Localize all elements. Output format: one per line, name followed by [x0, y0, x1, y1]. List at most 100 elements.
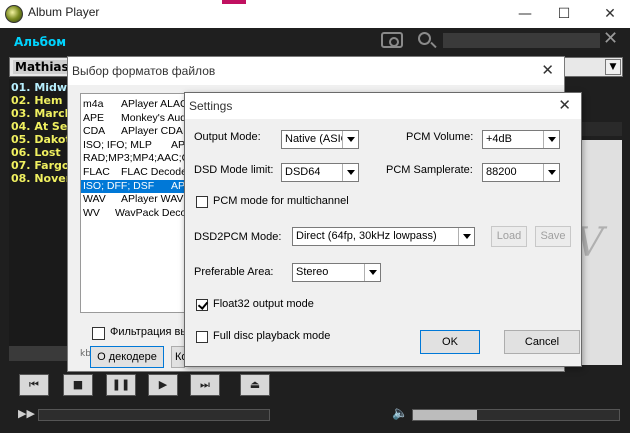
format-row[interactable]: FLAC FLAC Decoder	[81, 166, 188, 179]
format-row[interactable]: ISO; IFO; MLPAPlayer	[81, 138, 187, 152]
seek-slider[interactable]	[38, 409, 270, 421]
preferable-area-select[interactable]: Stereo	[292, 263, 381, 282]
float32-label: Float32 output mode	[213, 298, 314, 310]
settings-dialog-title: Settings	[189, 99, 233, 113]
search-icon[interactable]	[418, 32, 431, 45]
album-select-value: Mathias	[13, 60, 71, 74]
chevron-down-icon[interactable]	[342, 164, 358, 181]
format-row[interactable]: m4a APlayer ALAC	[81, 98, 188, 111]
pcm-samplerate-select[interactable]: 88200	[482, 163, 560, 182]
format-decoder: APlayer CDA	[121, 125, 183, 138]
dsd2pcm-value: Direct (64fp, 30kHz lowpass)	[296, 230, 437, 242]
close-icon[interactable]: ✕	[541, 61, 554, 79]
pcm-samplerate-value: 88200	[486, 166, 517, 178]
load-button[interactable]: Load	[491, 226, 527, 247]
format-extension: ISO; DFF; DSF	[83, 179, 155, 192]
format-row[interactable]: RAD;MP3;MP4;AAC;OGG	[81, 152, 187, 165]
pcm-volume-label: PCM Volume:	[406, 131, 474, 143]
chevron-down-icon[interactable]	[543, 164, 559, 181]
format-row[interactable]: WV WavPack Decoder	[81, 206, 187, 220]
track-item[interactable]: 01. Midwest	[11, 81, 69, 94]
window-close-button[interactable]: ✕	[595, 3, 625, 25]
float32-checkbox[interactable]	[196, 299, 208, 311]
formats-list[interactable]: m4a APlayer ALAC APE Monkey's Audio CDA APlay…	[80, 93, 188, 313]
format-row[interactable]: CDA APlayer CDA	[81, 125, 187, 138]
next-button[interactable]: ⏭	[190, 374, 220, 396]
format-extension: WAV	[83, 193, 106, 206]
window-title: Album Player	[28, 5, 100, 19]
chevron-down-icon[interactable]	[342, 131, 358, 148]
settings-dialog: Settings ✕ Output Mode: Native (ASIO) PC…	[184, 92, 582, 367]
pcm-multichannel-checkbox[interactable]	[196, 196, 208, 208]
taskbar-accent-mark	[222, 0, 246, 4]
formats-dialog-titlebar: Выбор форматов файлов ✕	[68, 57, 564, 85]
volume-fill	[413, 410, 477, 420]
stop-button[interactable]: ■	[63, 374, 93, 396]
preferable-area-label: Preferable Area:	[194, 266, 274, 278]
album-header-label: Альбом	[14, 35, 67, 49]
pcm-samplerate-label: PCM Samplerate:	[386, 164, 473, 176]
save-button[interactable]: Save	[535, 226, 571, 247]
format-extension: ISO; IFO; MLP	[83, 138, 152, 151]
chevron-down-icon[interactable]: ▼	[605, 59, 621, 75]
cancel-button[interactable]: Cancel	[504, 330, 580, 354]
full-disc-label: Full disc playback mode	[213, 330, 331, 342]
dsd-limit-value: DSD64	[285, 166, 321, 178]
output-mode-value: Native (ASIO)	[285, 133, 343, 145]
play-button[interactable]: ▶	[148, 374, 178, 396]
ok-button[interactable]: OK	[420, 330, 480, 354]
track-item[interactable]: 08. November	[11, 172, 69, 185]
format-extension: FLAC	[83, 166, 110, 178]
pause-button[interactable]: ❚❚	[106, 374, 136, 396]
settings-dialog-titlebar: Settings ✕	[185, 93, 581, 119]
formats-dialog-title: Выбор форматов файлов	[72, 64, 216, 78]
dsd2pcm-select[interactable]: Direct (64fp, 30kHz lowpass)	[292, 227, 475, 246]
search-clear-icon[interactable]: ✕	[603, 28, 618, 49]
format-decoder: APlayer ALAC	[121, 98, 188, 110]
track-item[interactable]: 04. At Sea	[11, 120, 69, 133]
format-row[interactable]: ISO; DFF; DSFAPlayer	[81, 179, 187, 193]
track-item[interactable]: 06. Lost	[11, 146, 69, 159]
chevron-down-icon[interactable]	[543, 131, 559, 148]
window-titlebar: Album Player — ☐ ✕	[0, 0, 630, 28]
track-item[interactable]: 07. Fargo	[11, 159, 69, 172]
configure-button[interactable]: Конфигурация	[171, 346, 185, 368]
format-row[interactable]: APE Monkey's Audio	[81, 111, 188, 125]
pcm-volume-value: +4dB	[486, 133, 512, 145]
dsd2pcm-label: DSD2PCM Mode:	[194, 231, 282, 243]
format-extension: RAD;MP3;MP4;AAC;OGG	[83, 152, 187, 165]
track-list[interactable]: 01. Midwest 02. Hem 03. March 04. At Sea…	[9, 79, 69, 359]
seek-icon: ▶▶	[18, 407, 35, 420]
radio-icon[interactable]	[381, 32, 403, 48]
chevron-down-icon[interactable]	[364, 264, 380, 281]
format-extension: APE	[83, 111, 105, 124]
preferable-area-value: Stereo	[296, 266, 329, 278]
filter-checkbox[interactable]	[92, 327, 105, 340]
format-decoder: WavPack Decoder	[115, 206, 187, 219]
eject-button[interactable]: ⏏	[240, 374, 270, 396]
pcm-volume-select[interactable]: +4dB	[482, 130, 560, 149]
format-row[interactable]: WAV APlayer WAV	[81, 193, 187, 206]
full-disc-checkbox[interactable]	[196, 331, 208, 343]
chevron-down-icon[interactable]	[458, 228, 474, 245]
about-decoder-button[interactable]: О декодере	[90, 346, 164, 368]
track-item[interactable]: 05. Dakota	[11, 133, 69, 146]
maximize-button[interactable]: ☐	[549, 3, 579, 25]
app-logo-icon	[5, 5, 23, 23]
format-decoder: FLAC Decoder	[121, 166, 188, 178]
search-input[interactable]	[443, 33, 600, 48]
format-extension: CDA	[83, 125, 106, 138]
format-decoder: Monkey's Audio	[121, 111, 188, 124]
volume-icon[interactable]: 🔈	[392, 406, 408, 421]
track-item[interactable]: 02. Hem	[11, 94, 69, 107]
tracklist-scrollbar[interactable]	[9, 346, 71, 361]
dsd-limit-select[interactable]: DSD64	[281, 163, 359, 182]
previous-button[interactable]: ⏮	[19, 374, 49, 396]
format-extension: m4a	[83, 98, 104, 110]
dsd-limit-label: DSD Mode limit:	[194, 164, 274, 176]
volume-slider[interactable]	[412, 409, 620, 421]
output-mode-select[interactable]: Native (ASIO)	[281, 130, 359, 149]
track-item[interactable]: 03. March	[11, 107, 69, 120]
minimize-button[interactable]: —	[510, 3, 540, 25]
close-icon[interactable]: ✕	[558, 96, 571, 114]
